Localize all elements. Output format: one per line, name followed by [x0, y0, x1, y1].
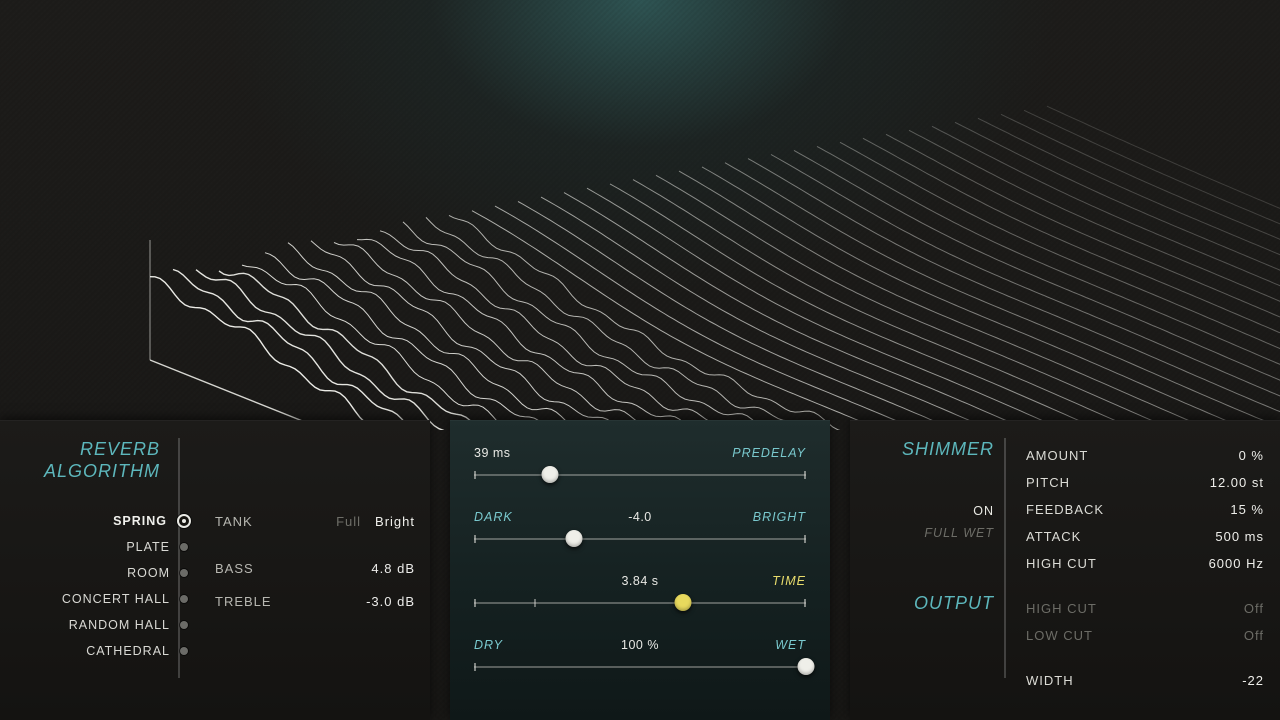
- algorithm-label: SPRING: [113, 514, 167, 528]
- main-slider-panel: 39 ms PREDELAY DARK -4.0 BRIGHT 3.84: [450, 420, 830, 720]
- radio-dot-icon: [180, 543, 188, 551]
- shimmer-fullwet[interactable]: FULL WET: [862, 522, 994, 544]
- control-panels: REVERB ALGORITHM SPRING PLATE ROOM CONCERT …: [0, 420, 1280, 720]
- param-value: Off: [1244, 628, 1264, 643]
- param-name: HIGH CUT: [1026, 556, 1097, 571]
- tank-option-full[interactable]: Full: [336, 514, 361, 529]
- slider-stack: 39 ms PREDELAY DARK -4.0 BRIGHT 3.84: [474, 446, 806, 720]
- param-name: LOW CUT: [1026, 628, 1093, 643]
- param-value: -22: [1242, 673, 1264, 688]
- param-value: 500 ms: [1215, 529, 1264, 544]
- shimmer-pitch[interactable]: PITCH 12.00 st: [1026, 469, 1264, 496]
- treble-value: -3.0 dB: [366, 594, 415, 609]
- shimmer-on[interactable]: ON: [862, 500, 994, 522]
- time-slider[interactable]: 3.84 s TIME: [474, 574, 806, 634]
- mix-thumb[interactable]: [798, 658, 815, 675]
- time-left-cap: [474, 574, 534, 588]
- color-left-cap: DARK: [474, 510, 534, 524]
- algorithm-concert-hall[interactable]: CONCERT HALL: [0, 586, 195, 612]
- color-value: -4.0: [628, 510, 652, 524]
- shimmer-output-panel: SHIMMER ON FULL WET OUTPUT AMOUNT 0 % PITC…: [850, 420, 1280, 720]
- parameter-list: AMOUNT 0 % PITCH 12.00 st FEEDBACK 15 % ATTACK…: [1026, 442, 1264, 694]
- right-rail: [1004, 438, 1006, 678]
- algorithm-title: REVERB ALGORITHM: [30, 438, 160, 482]
- time-right-cap: TIME: [746, 574, 806, 588]
- param-name: WIDTH: [1026, 673, 1074, 688]
- algorithm-label: ROOM: [127, 566, 170, 580]
- predelay-thumb[interactable]: [542, 466, 559, 483]
- mix-left-cap: DRY: [474, 638, 534, 652]
- shimmer-high-cut[interactable]: HIGH CUT 6000 Hz: [1026, 550, 1264, 577]
- algorithm-label: RANDOM HALL: [69, 618, 170, 632]
- bass-value: 4.8 dB: [371, 561, 415, 576]
- param-value: 12.00 st: [1210, 475, 1264, 490]
- color-thumb[interactable]: [565, 530, 582, 547]
- tone-controls: TANK Full Bright BASS 4.8 dB TREBLE -3.0 …: [215, 514, 415, 627]
- algorithm-label: PLATE: [126, 540, 170, 554]
- algorithm-list: SPRING PLATE ROOM CONCERT HALL RANDOM HALL CA…: [0, 508, 195, 664]
- algorithm-random-hall[interactable]: RANDOM HALL: [0, 612, 195, 638]
- treble-label: TREBLE: [215, 594, 272, 609]
- tank-row: TANK Full Bright: [215, 514, 415, 547]
- shimmer-toggle: ON FULL WET: [862, 500, 994, 544]
- algorithm-spring[interactable]: SPRING: [0, 508, 195, 534]
- reverb-waterfall-display: [0, 0, 1280, 430]
- treble-row[interactable]: TREBLE -3.0 dB: [215, 594, 415, 627]
- radio-dot-icon: [180, 647, 188, 655]
- param-name: ATTACK: [1026, 529, 1081, 544]
- param-name: PITCH: [1026, 475, 1070, 490]
- output-low-cut[interactable]: LOW CUT Off: [1026, 622, 1264, 649]
- color-right-cap: BRIGHT: [746, 510, 806, 524]
- tank-options: Full Bright: [336, 514, 415, 529]
- right-header-col: SHIMMER ON FULL WET OUTPUT: [862, 438, 994, 614]
- param-name: AMOUNT: [1026, 448, 1088, 463]
- radio-dot-icon: [180, 621, 188, 629]
- mix-slider[interactable]: DRY 100 % WET: [474, 638, 806, 698]
- color-slider[interactable]: DARK -4.0 BRIGHT: [474, 510, 806, 570]
- output-width[interactable]: WIDTH -22: [1026, 667, 1264, 694]
- time-thumb[interactable]: [675, 594, 692, 611]
- algorithm-panel: REVERB ALGORITHM SPRING PLATE ROOM CONCERT …: [0, 420, 430, 720]
- bass-label: BASS: [215, 561, 254, 576]
- tank-option-bright[interactable]: Bright: [375, 514, 415, 529]
- param-value: 0 %: [1239, 448, 1264, 463]
- param-name: FEEDBACK: [1026, 502, 1104, 517]
- time-value: 3.84 s: [621, 574, 658, 588]
- predelay-slider[interactable]: 39 ms PREDELAY: [474, 446, 806, 506]
- radio-dot-icon: [180, 569, 188, 577]
- predelay-value: 39 ms: [474, 446, 511, 460]
- param-value: 15 %: [1230, 502, 1264, 517]
- algorithm-label: CATHEDRAL: [86, 644, 170, 658]
- bass-row[interactable]: BASS 4.8 dB: [215, 561, 415, 594]
- output-title: OUTPUT: [862, 592, 994, 614]
- mix-right-cap: WET: [746, 638, 806, 652]
- radio-dot-icon: [177, 514, 191, 528]
- mix-value: 100 %: [621, 638, 659, 652]
- param-name: HIGH CUT: [1026, 601, 1097, 616]
- shimmer-amount[interactable]: AMOUNT 0 %: [1026, 442, 1264, 469]
- shimmer-title: SHIMMER: [862, 438, 994, 460]
- param-value: Off: [1244, 601, 1264, 616]
- shimmer-feedback[interactable]: FEEDBACK 15 %: [1026, 496, 1264, 523]
- time-tick: [534, 599, 536, 607]
- algorithm-plate[interactable]: PLATE: [0, 534, 195, 560]
- algorithm-label: CONCERT HALL: [62, 592, 170, 606]
- output-high-cut[interactable]: HIGH CUT Off: [1026, 595, 1264, 622]
- predelay-right-cap: PREDELAY: [732, 446, 806, 460]
- algorithm-cathedral[interactable]: CATHEDRAL: [0, 638, 195, 664]
- shimmer-attack[interactable]: ATTACK 500 ms: [1026, 523, 1264, 550]
- radio-dot-icon: [180, 595, 188, 603]
- tank-label: TANK: [215, 514, 253, 529]
- param-value: 6000 Hz: [1209, 556, 1264, 571]
- algorithm-room[interactable]: ROOM: [0, 560, 195, 586]
